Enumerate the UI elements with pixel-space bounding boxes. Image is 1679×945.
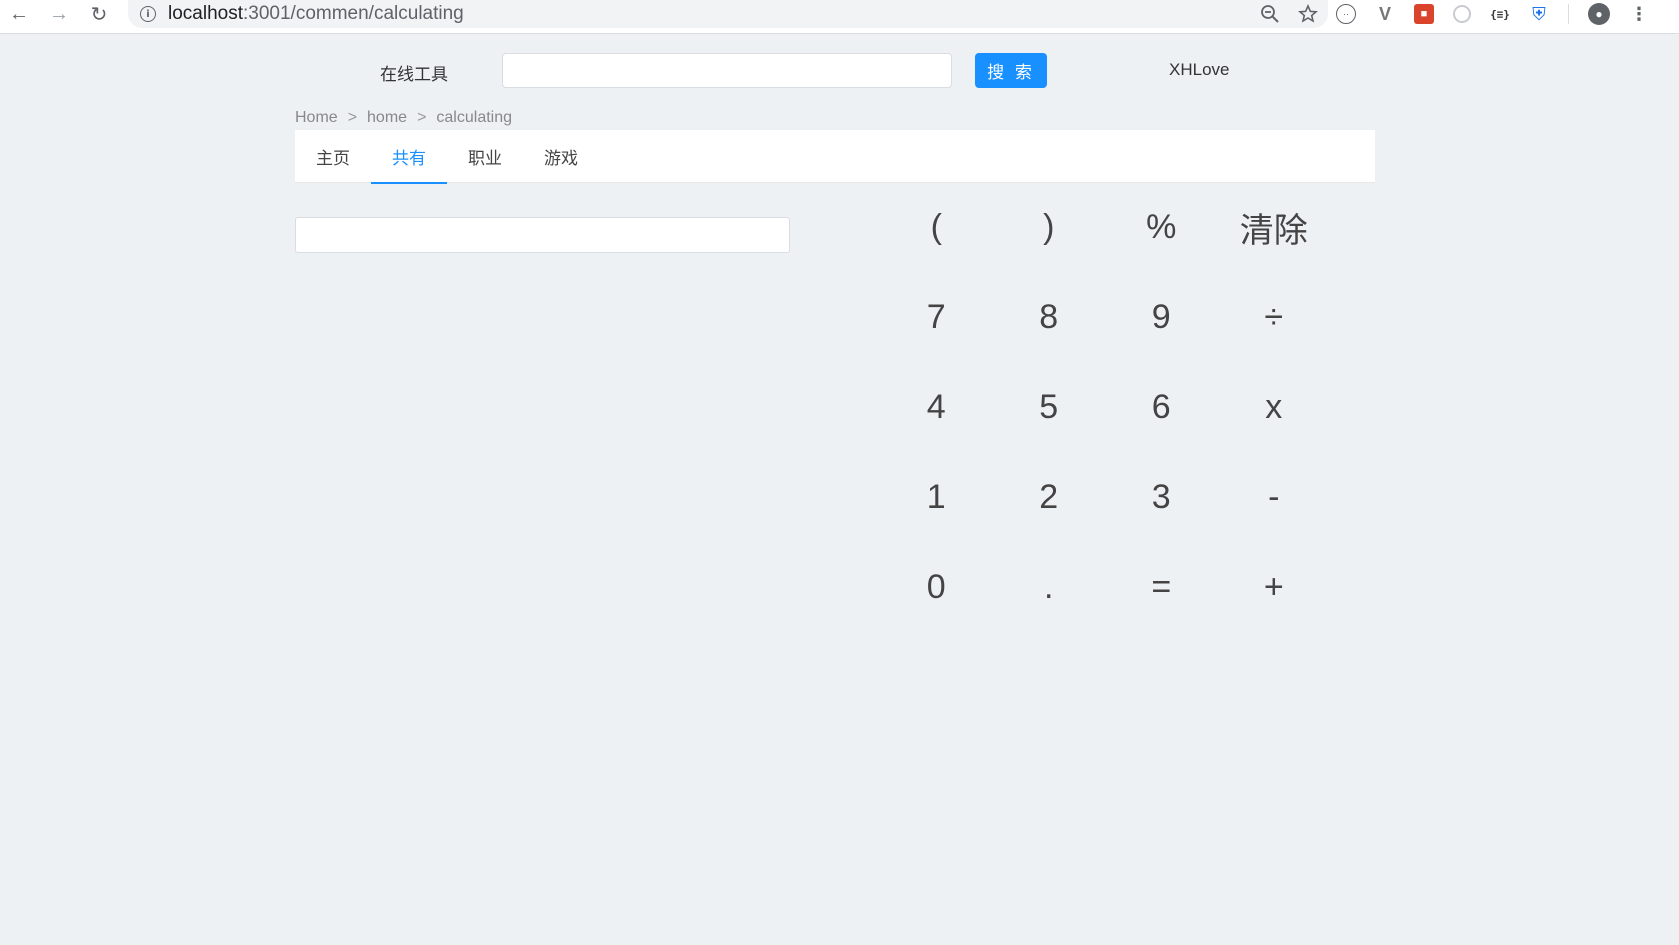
user-name[interactable]: XHLove	[1169, 60, 1229, 80]
tab-common[interactable]: 共有	[371, 130, 447, 184]
key-3[interactable]: 3	[1105, 452, 1218, 542]
zoom-out-icon[interactable]	[1260, 4, 1280, 24]
extension-red-icon[interactable]: ■	[1414, 4, 1434, 24]
key-open-paren[interactable]: (	[880, 182, 993, 272]
key-clear[interactable]: 清除	[1218, 182, 1331, 272]
reload-icon[interactable]: ↻	[84, 0, 114, 28]
tab-games[interactable]: 游戏	[523, 130, 599, 183]
category-tabs: 主页 共有 职业 游戏	[295, 130, 1375, 184]
key-0[interactable]: 0	[880, 542, 993, 632]
back-arrow-icon[interactable]: ←	[4, 0, 34, 28]
calculator-display-input[interactable]	[295, 217, 790, 253]
key-1[interactable]: 1	[880, 452, 993, 542]
breadcrumb-item-home-root[interactable]: Home	[295, 109, 338, 127]
calculator-keypad: ( ) % 清除 7 8 9 ÷ 4 5 6 x 1 2 3 - 0 . = +	[880, 182, 1330, 632]
breadcrumb-item-current: calculating	[436, 109, 513, 126]
omnibox-actions	[1260, 0, 1318, 28]
key-8[interactable]: 8	[993, 272, 1106, 362]
browser-toolbar: ← → ↻ i localhost:3001/commen/calculatin…	[0, 0, 1679, 34]
breadcrumb-separator: >	[347, 109, 358, 126]
key-4[interactable]: 4	[880, 362, 993, 452]
page-content: 在线工具 搜 索 XHLove Home > home > calculatin…	[0, 34, 1679, 945]
tab-home[interactable]: 主页	[295, 130, 371, 183]
forward-arrow-icon[interactable]: →	[44, 0, 74, 28]
search-input[interactable]	[502, 53, 952, 88]
search-button[interactable]: 搜 索	[975, 53, 1047, 88]
url-host: localhost	[168, 3, 243, 24]
key-subtract[interactable]: -	[1218, 452, 1331, 542]
key-9[interactable]: 9	[1105, 272, 1218, 362]
key-2[interactable]: 2	[993, 452, 1106, 542]
browser-menu-icon[interactable]: ⋮	[1629, 4, 1649, 24]
breadcrumb-item-home[interactable]: home	[367, 109, 407, 127]
info-icon[interactable]: i	[140, 6, 156, 22]
url-path: :3001/commen/calculating	[243, 3, 464, 24]
extension-ring-icon[interactable]	[1453, 5, 1471, 23]
site-header: 在线工具 搜 索 XHLove	[0, 34, 1679, 104]
key-7[interactable]: 7	[880, 272, 993, 362]
address-bar[interactable]: i localhost:3001/commen/calculating	[128, 0, 1328, 28]
extension-json-icon[interactable]: {≡}	[1490, 4, 1510, 24]
breadcrumb: Home > home > calculating	[295, 109, 512, 127]
tab-career[interactable]: 职业	[447, 130, 523, 183]
extension-v-icon[interactable]: V	[1375, 4, 1395, 24]
toolbar-divider	[1568, 4, 1569, 24]
key-divide[interactable]: ÷	[1218, 272, 1331, 362]
extensions-area: ·· V ■ {≡} ⛨ ● ⋮	[1336, 0, 1649, 28]
extension-shield-icon[interactable]: ⛨	[1529, 4, 1549, 24]
key-decimal[interactable]: .	[993, 542, 1106, 632]
key-add[interactable]: +	[1218, 542, 1331, 632]
profile-avatar-icon[interactable]: ●	[1588, 3, 1610, 25]
url-text[interactable]: localhost:3001/commen/calculating	[168, 3, 464, 25]
key-equals[interactable]: =	[1105, 542, 1218, 632]
key-5[interactable]: 5	[993, 362, 1106, 452]
key-multiply[interactable]: x	[1218, 362, 1331, 452]
extension-circle-icon[interactable]: ··	[1336, 4, 1356, 24]
bookmark-star-icon[interactable]	[1298, 4, 1318, 24]
key-6[interactable]: 6	[1105, 362, 1218, 452]
breadcrumb-separator: >	[417, 109, 427, 126]
site-title[interactable]: 在线工具	[380, 60, 448, 85]
key-close-paren[interactable]: )	[993, 182, 1106, 272]
key-percent[interactable]: %	[1105, 182, 1218, 272]
